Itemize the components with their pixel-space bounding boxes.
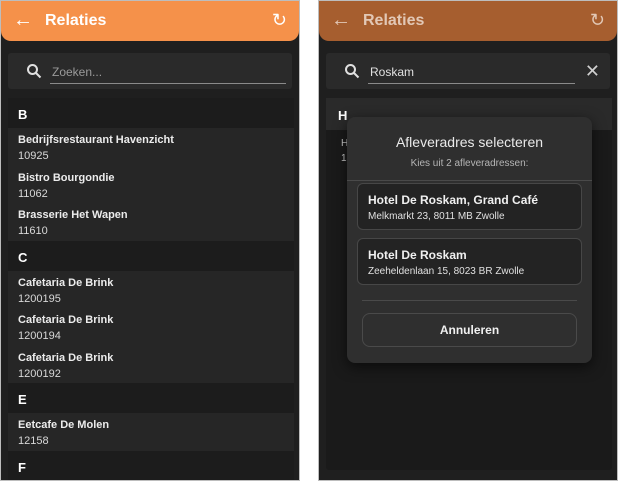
close-icon[interactable]: ✕ (585, 61, 600, 81)
relations-list-screen: ← Relaties ↻ BBedrijfsrestaurant Havenzi… (0, 0, 300, 481)
relations-list: B Bedrijfsrestaurant Havenzicht 10925 Bistr… (8, 98, 294, 480)
divider (362, 300, 577, 301)
list-item[interactable]: Eetcafe De Molen 12158 (8, 413, 294, 451)
search-icon (345, 64, 360, 79)
refresh-icon[interactable]: ↻ (272, 10, 287, 30)
list-item[interactable]: Bedrijfsrestaurant Havenzicht 10925 (8, 128, 294, 166)
page-title: Relaties (45, 12, 107, 29)
section-header: E (8, 383, 294, 413)
search-icon (27, 64, 42, 79)
list-item-name: Brasserie Het Wapen (18, 209, 128, 221)
list-item-number: 11062 (18, 187, 48, 200)
app-bar: ← Relaties ↻ (1, 1, 299, 41)
select-address-dialog: Afleveradres selecteren Kies uit 2 aflev… (347, 117, 592, 363)
section-header: F (8, 450, 294, 480)
address-option-address: Zeeheldenlaan 15, 8023 BR Zwolle (368, 266, 525, 277)
list-item-name: Cafetaria De Brink (18, 351, 114, 364)
search-input[interactable] (50, 61, 286, 84)
list-item[interactable]: Cafetaria De Brink 1200192 (8, 346, 294, 384)
list-item-name: Bedrijfsrestaurant Havenzicht (18, 134, 174, 146)
page-title: Relaties (363, 12, 425, 29)
search-bar: ✕ (326, 53, 610, 89)
list-item-number: 1200192 (18, 367, 61, 380)
list-item-number: 11610 (18, 225, 48, 237)
refresh-icon[interactable]: ↻ (590, 10, 605, 30)
divider (347, 180, 592, 181)
list-item[interactable]: Cafetaria De Brink 1200195 (8, 271, 294, 309)
address-option[interactable]: Hotel De Roskam Zeeheldenlaan 15, 8023 B… (357, 238, 582, 285)
address-option-name: Hotel De Roskam, Grand Café (368, 193, 539, 207)
list-item[interactable]: Bistro Bourgondie 11062 (8, 166, 294, 204)
dialog-title: Afleveradres selecteren (395, 134, 544, 150)
section-header: C (8, 240, 294, 271)
address-option-address: Melkmarkt 23, 8011 MB Zwolle (368, 211, 505, 222)
arrow-left-icon[interactable]: ← (331, 10, 351, 30)
list-item-name: Bistro Bourgondie (18, 171, 115, 184)
search-input[interactable] (368, 61, 575, 84)
list-item[interactable]: Brasserie Het Wapen 11610 (8, 203, 294, 241)
cancel-button[interactable]: Annuleren (362, 313, 577, 347)
list-item-number: 10925 (18, 150, 49, 162)
list-item-name: Cafetaria De Brink (18, 276, 114, 289)
search-bar (8, 53, 292, 89)
app-bar: ← Relaties ↻ (319, 1, 617, 41)
relations-search-screen: ← Relaties ↻ ✕ H Ho 13 Afleveradres sele… (318, 0, 618, 481)
list-item-name: Cafetaria De Brink (18, 314, 114, 326)
address-option[interactable]: Hotel De Roskam, Grand Café Melkmarkt 23… (357, 183, 582, 230)
list-item-name: Eetcafe De Molen (18, 419, 110, 431)
arrow-left-icon[interactable]: ← (13, 10, 33, 30)
address-option-name: Hotel De Roskam (368, 248, 467, 262)
list-item-number: 12158 (18, 435, 49, 447)
dialog-subtitle: Kies uit 2 afleveradressen: (410, 158, 529, 169)
list-item-number: 1200194 (18, 330, 61, 342)
list-item-number: 1200195 (18, 292, 61, 305)
section-header: B (8, 98, 294, 128)
list-item[interactable]: Cafetaria De Brink 1200194 (8, 308, 294, 346)
